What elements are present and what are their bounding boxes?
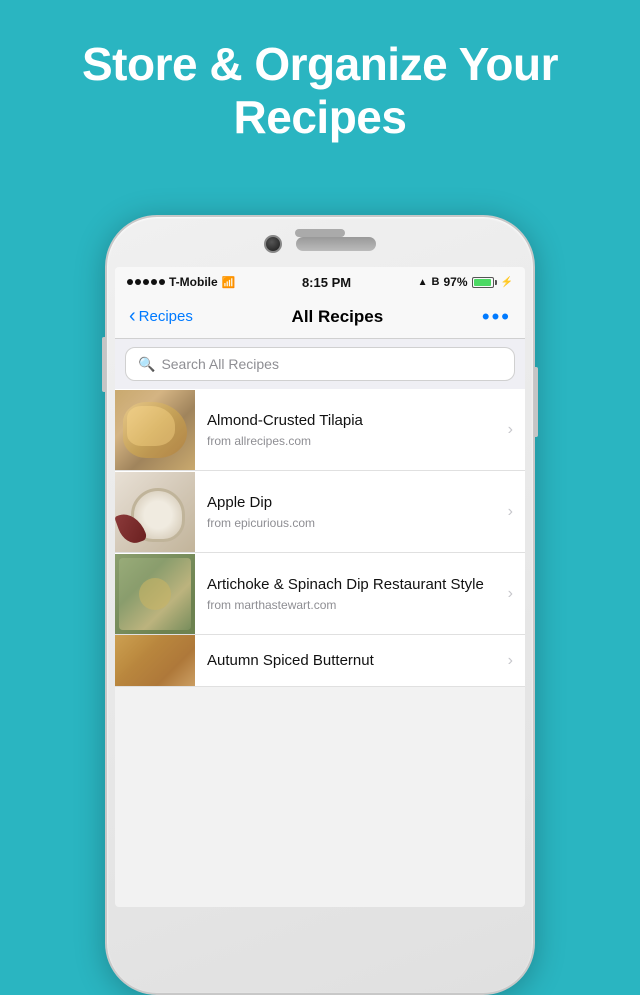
recipe-item-appledip[interactable]: Apple Dip from epicurious.com ›: [115, 471, 525, 553]
battery-body: [472, 277, 494, 288]
recipe-source-tilapia: from allrecipes.com: [207, 434, 496, 448]
phone-speaker: [296, 237, 376, 251]
recipe-item-artichoke[interactable]: Artichoke & Spinach Dip Restaurant Style…: [115, 553, 525, 635]
recipe-chevron-tilapia: ›: [508, 421, 525, 439]
recipe-thumb-tilapia: [115, 390, 195, 470]
charging-icon: ⚡: [501, 277, 513, 288]
recipe-name-autumn: Autumn Spiced Butternut: [207, 651, 496, 671]
recipe-item-autumn[interactable]: Autumn Spiced Butternut ›: [115, 635, 525, 687]
phone-shell: T-Mobile 📶 8:15 PM ▲ B 97% ⚡ ‹: [105, 215, 535, 995]
recipe-name-artichoke: Artichoke & Spinach Dip Restaurant Style: [207, 575, 496, 595]
search-container: 🔍 Search All Recipes: [115, 339, 525, 389]
recipe-info-artichoke: Artichoke & Spinach Dip Restaurant Style…: [195, 565, 508, 622]
recipe-info-tilapia: Almond-Crusted Tilapia from allrecipes.c…: [195, 401, 508, 458]
status-bar: T-Mobile 📶 8:15 PM ▲ B 97% ⚡: [115, 267, 525, 295]
search-placeholder: Search All Recipes: [161, 356, 279, 372]
status-left: T-Mobile 📶: [127, 275, 235, 289]
nav-more-button[interactable]: •••: [482, 306, 511, 328]
food-image-appledip: [115, 472, 195, 552]
recipe-source-artichoke: from marthastewart.com: [207, 598, 496, 612]
status-right: ▲ B 97% ⚡: [418, 275, 513, 289]
back-chevron-icon: ‹: [129, 306, 136, 326]
signal-dot-3: [143, 279, 149, 285]
battery-icon: [472, 277, 497, 288]
carrier-label: T-Mobile: [169, 275, 218, 289]
phone-top: [107, 217, 533, 267]
recipe-chevron-appledip: ›: [508, 503, 525, 521]
bluetooth-icon: B: [432, 276, 440, 288]
hero-title: Store & Organize Your Recipes: [0, 0, 640, 174]
recipe-item-tilapia[interactable]: Almond-Crusted Tilapia from allrecipes.c…: [115, 389, 525, 471]
nav-title: All Recipes: [292, 307, 384, 327]
food-image-tilapia: [115, 390, 195, 470]
nav-bar: ‹ Recipes All Recipes •••: [115, 295, 525, 339]
recipe-source-appledip: from epicurious.com: [207, 516, 496, 530]
phone-screen: T-Mobile 📶 8:15 PM ▲ B 97% ⚡ ‹: [115, 267, 525, 907]
signal-dot-2: [135, 279, 141, 285]
recipe-list: Almond-Crusted Tilapia from allrecipes.c…: [115, 389, 525, 687]
location-icon: ▲: [418, 277, 428, 288]
search-icon: 🔍: [138, 356, 155, 373]
recipe-thumb-appledip: [115, 472, 195, 552]
signal-dot-1: [127, 279, 133, 285]
signal-dot-4: [151, 279, 157, 285]
search-bar[interactable]: 🔍 Search All Recipes: [125, 347, 515, 381]
recipe-name-tilapia: Almond-Crusted Tilapia: [207, 411, 496, 431]
food-image-artichoke: [115, 554, 195, 634]
phone-camera: [264, 235, 282, 253]
recipe-info-autumn: Autumn Spiced Butternut: [195, 641, 508, 681]
food-image-autumn: [115, 635, 195, 687]
recipe-name-appledip: Apple Dip: [207, 493, 496, 513]
signal-dots: [127, 279, 165, 285]
more-dots-icon: •••: [482, 304, 511, 329]
recipe-info-appledip: Apple Dip from epicurious.com: [195, 483, 508, 540]
nav-back-button[interactable]: ‹ Recipes: [129, 307, 193, 326]
recipe-thumb-autumn: [115, 635, 195, 687]
battery-fill: [474, 279, 492, 286]
signal-dot-5: [159, 279, 165, 285]
battery-percent: 97%: [444, 275, 468, 289]
nav-back-label: Recipes: [139, 308, 193, 325]
wifi-icon: 📶: [222, 276, 236, 289]
recipe-chevron-autumn: ›: [508, 652, 525, 670]
time-label: 8:15 PM: [302, 275, 351, 290]
phone-sensor: [295, 229, 345, 237]
recipe-thumb-artichoke: [115, 554, 195, 634]
battery-tip: [495, 280, 497, 285]
recipe-chevron-artichoke: ›: [508, 585, 525, 603]
